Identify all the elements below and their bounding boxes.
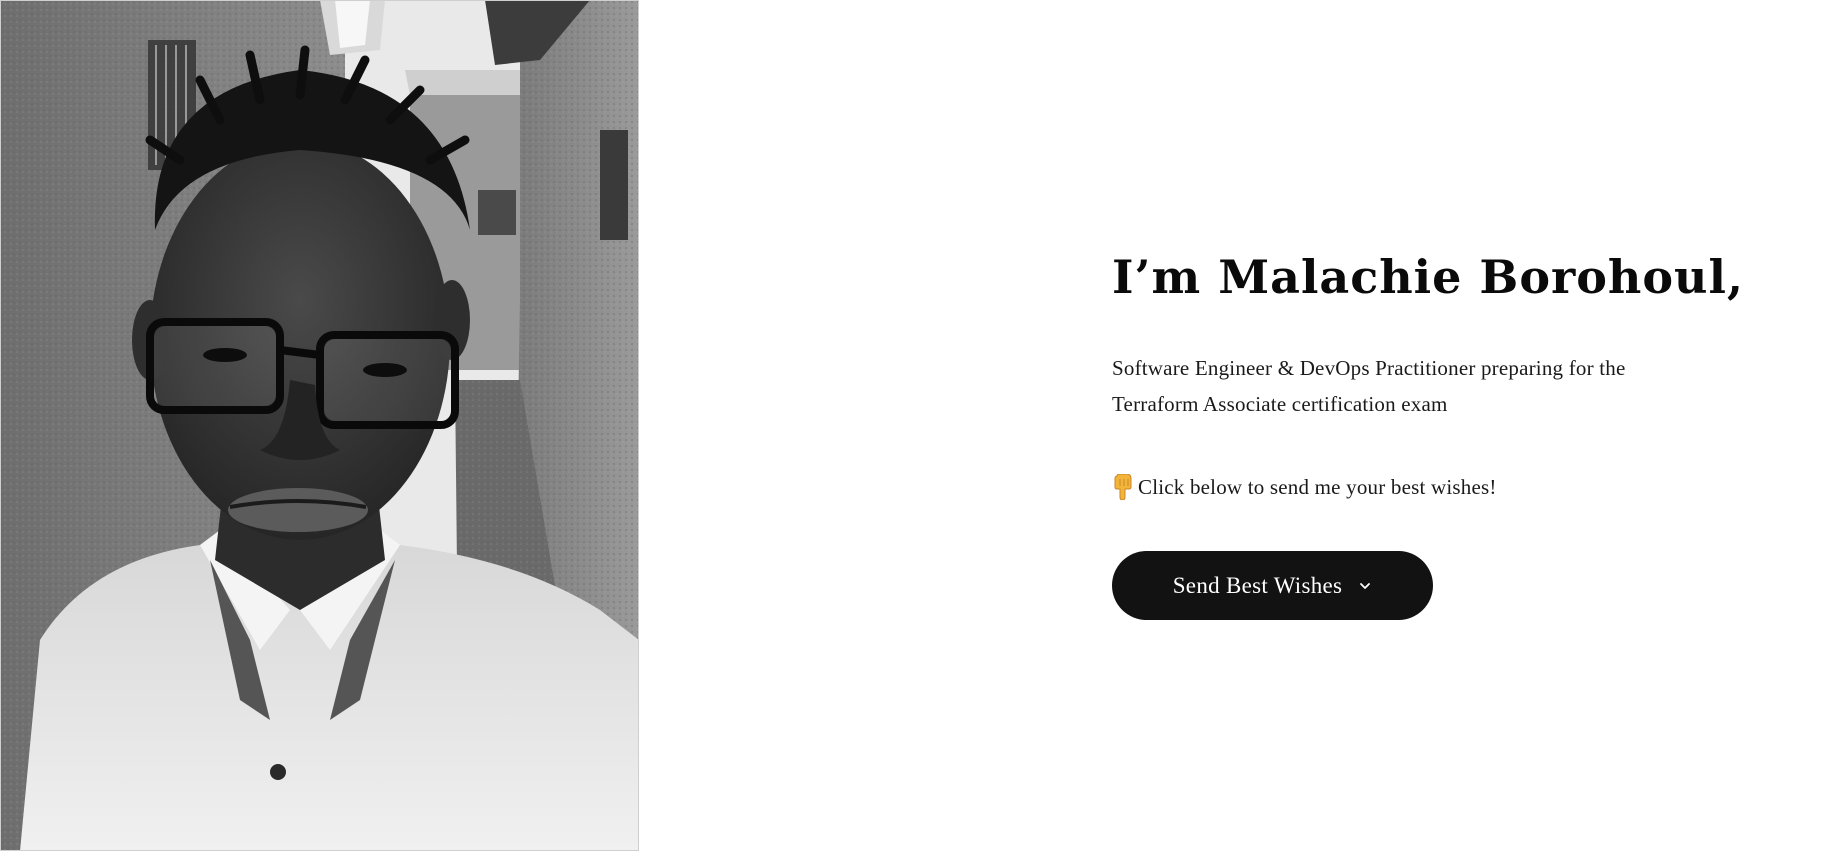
- profile-description: Software Engineer & DevOps Practitioner …: [1112, 356, 1626, 416]
- send-best-wishes-button[interactable]: Send Best Wishes: [1112, 551, 1433, 620]
- cta-message: Click below to send me your best wishes!: [1112, 469, 1712, 505]
- cta-text: Click below to send me your best wishes!: [1138, 475, 1497, 499]
- send-best-wishes-label: Send Best Wishes: [1172, 572, 1343, 598]
- chevron-down-icon: [1358, 579, 1372, 593]
- profile-photo: [0, 0, 639, 851]
- pointing-down-hand-icon: [1112, 474, 1134, 500]
- profile-photo-image: [0, 0, 639, 851]
- page: I’m Malachie Borohoul, Software Engineer…: [0, 0, 1830, 851]
- hero-section: I’m Malachie Borohoul, Software Engineer…: [1112, 240, 1744, 620]
- page-title: I’m Malachie Borohoul,: [1112, 250, 1744, 304]
